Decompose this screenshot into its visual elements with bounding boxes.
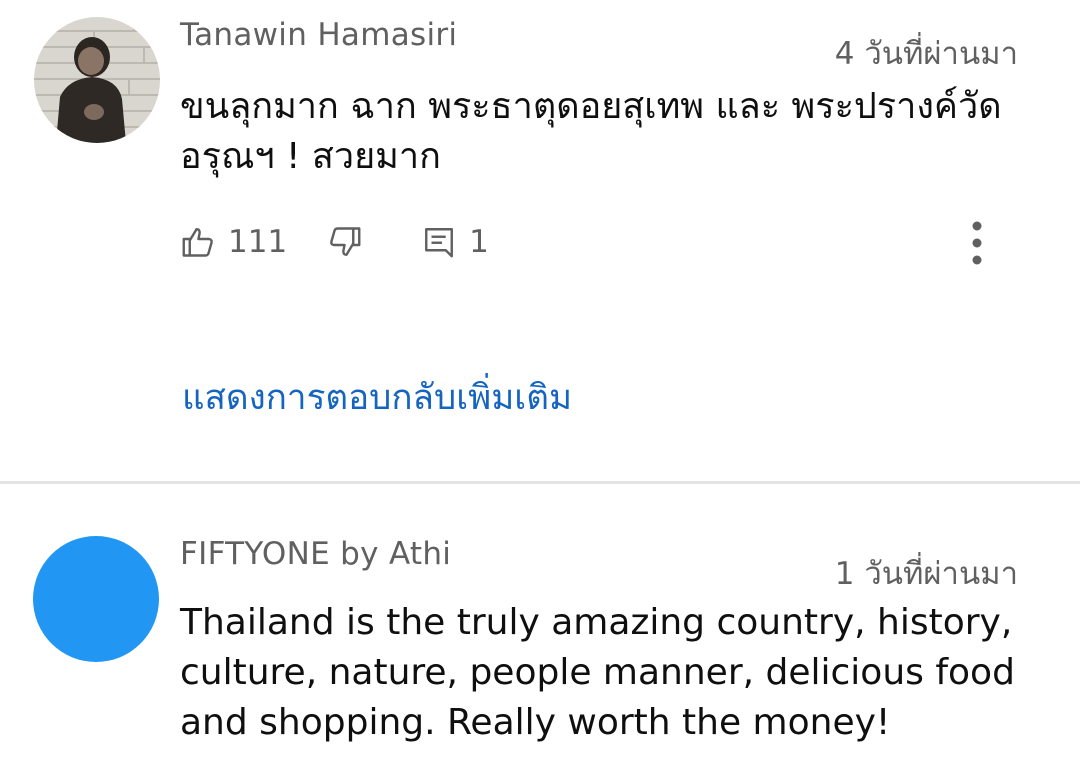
reply-icon[interactable] [421,224,457,260]
comment-actions: 111 1 [180,218,489,266]
comment-timestamp: 4 วันที่ผ่านมา [834,36,1018,72]
avatar[interactable] [34,17,160,143]
comment-author[interactable]: FIFTYONE by Athi [180,536,451,572]
comment-author[interactable]: Tanawin Hamasiri [180,17,457,53]
like-count: 111 [228,224,288,260]
show-more-replies-link[interactable]: แสดงการตอบกลับเพิ่มเติม [182,370,572,425]
comments-page: Tanawin Hamasiri 4 วันที่ผ่านมา ขนลุกมาก… [0,0,1080,779]
more-vert-icon[interactable] [962,218,992,268]
comment-timestamp: 1 วันที่ผ่านมา [834,556,1018,592]
thumbs-down-icon[interactable] [327,224,363,260]
reply-count: 1 [469,224,489,260]
comment-text: Thailand is the truly amazing country, h… [180,602,1015,743]
comment-item: FIFTYONE by Athi 1 วันที่ผ่านมา Thailand… [0,484,1080,779]
avatar[interactable] [33,536,159,662]
thumbs-up-icon[interactable] [180,224,216,260]
comment-text: ขนลุกมาก ฉาก พระธาตุดอยสุเทพ และ พระปราง… [180,86,1002,177]
comment-item: Tanawin Hamasiri 4 วันที่ผ่านมา ขนลุกมาก… [0,0,1080,481]
avatar-photo-icon [34,17,160,143]
